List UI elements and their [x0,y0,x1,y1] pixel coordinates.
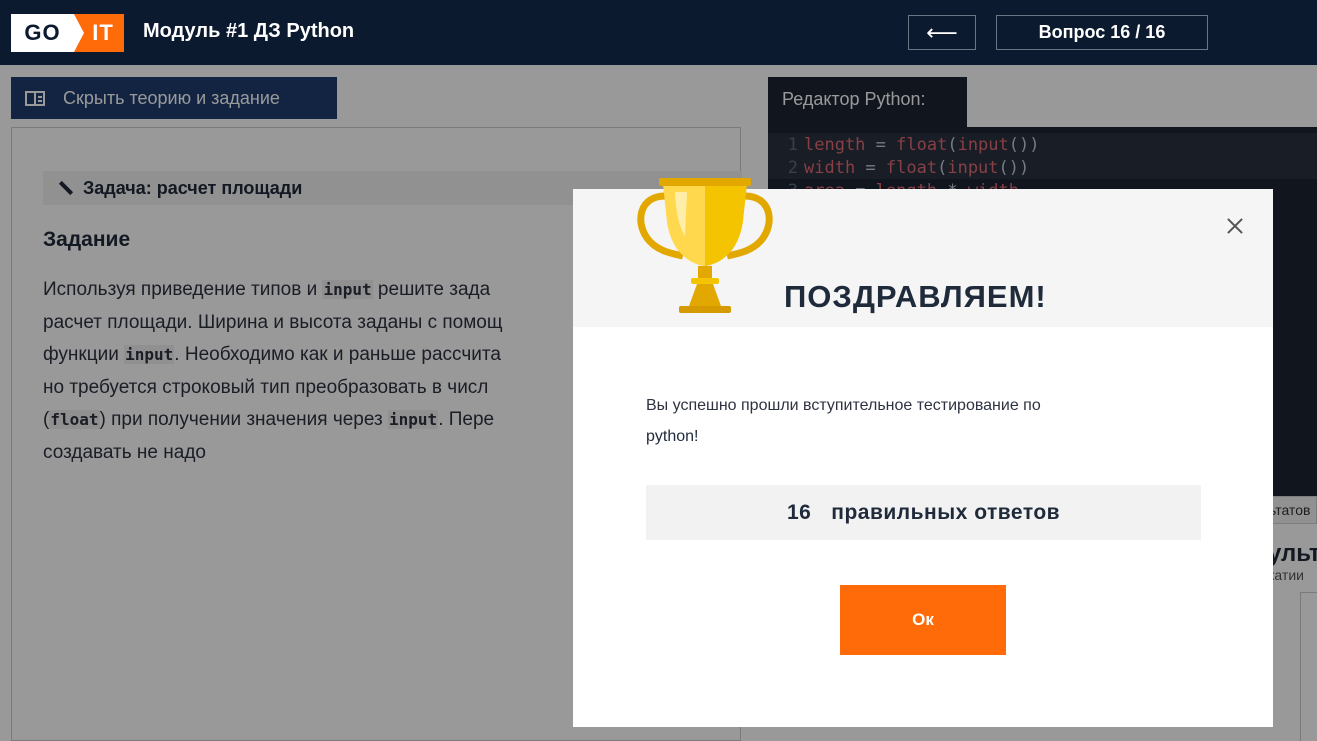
module-title: Модуль #1 ДЗ Python [143,20,355,42]
ok-button[interactable]: Ок [840,585,1006,655]
back-button[interactable]: ⟵ [908,15,976,50]
modal-message-text: Вы успешно прошли вступительное тестиров… [646,397,1041,414]
goit-logo[interactable]: GO IT [11,14,124,52]
top-header: GO IT Модуль #1 ДЗ Python ⟵ Вопрос 16 / … [0,0,1317,65]
score-bar: 16 правильных ответов [646,485,1201,540]
score-number: 16 [786,500,812,524]
modal-message-bold: python! [646,428,699,445]
arrow-left-icon: ⟵ [926,19,958,45]
score-label: правильных ответов [831,500,1061,524]
trophy-icon [637,178,773,313]
modal-message: Вы успешно прошли вступительное тестиров… [646,390,1186,452]
close-icon[interactable] [1225,216,1245,236]
logo-go-text: GO [11,14,84,52]
congrats-modal: ПОЗДРАВЛЯЕМ! Вы успешно прошли вступител… [573,178,1273,727]
question-counter: Вопрос 16 / 16 [996,15,1208,50]
modal-title: ПОЗДРАВЛЯЕМ! [784,279,1047,314]
